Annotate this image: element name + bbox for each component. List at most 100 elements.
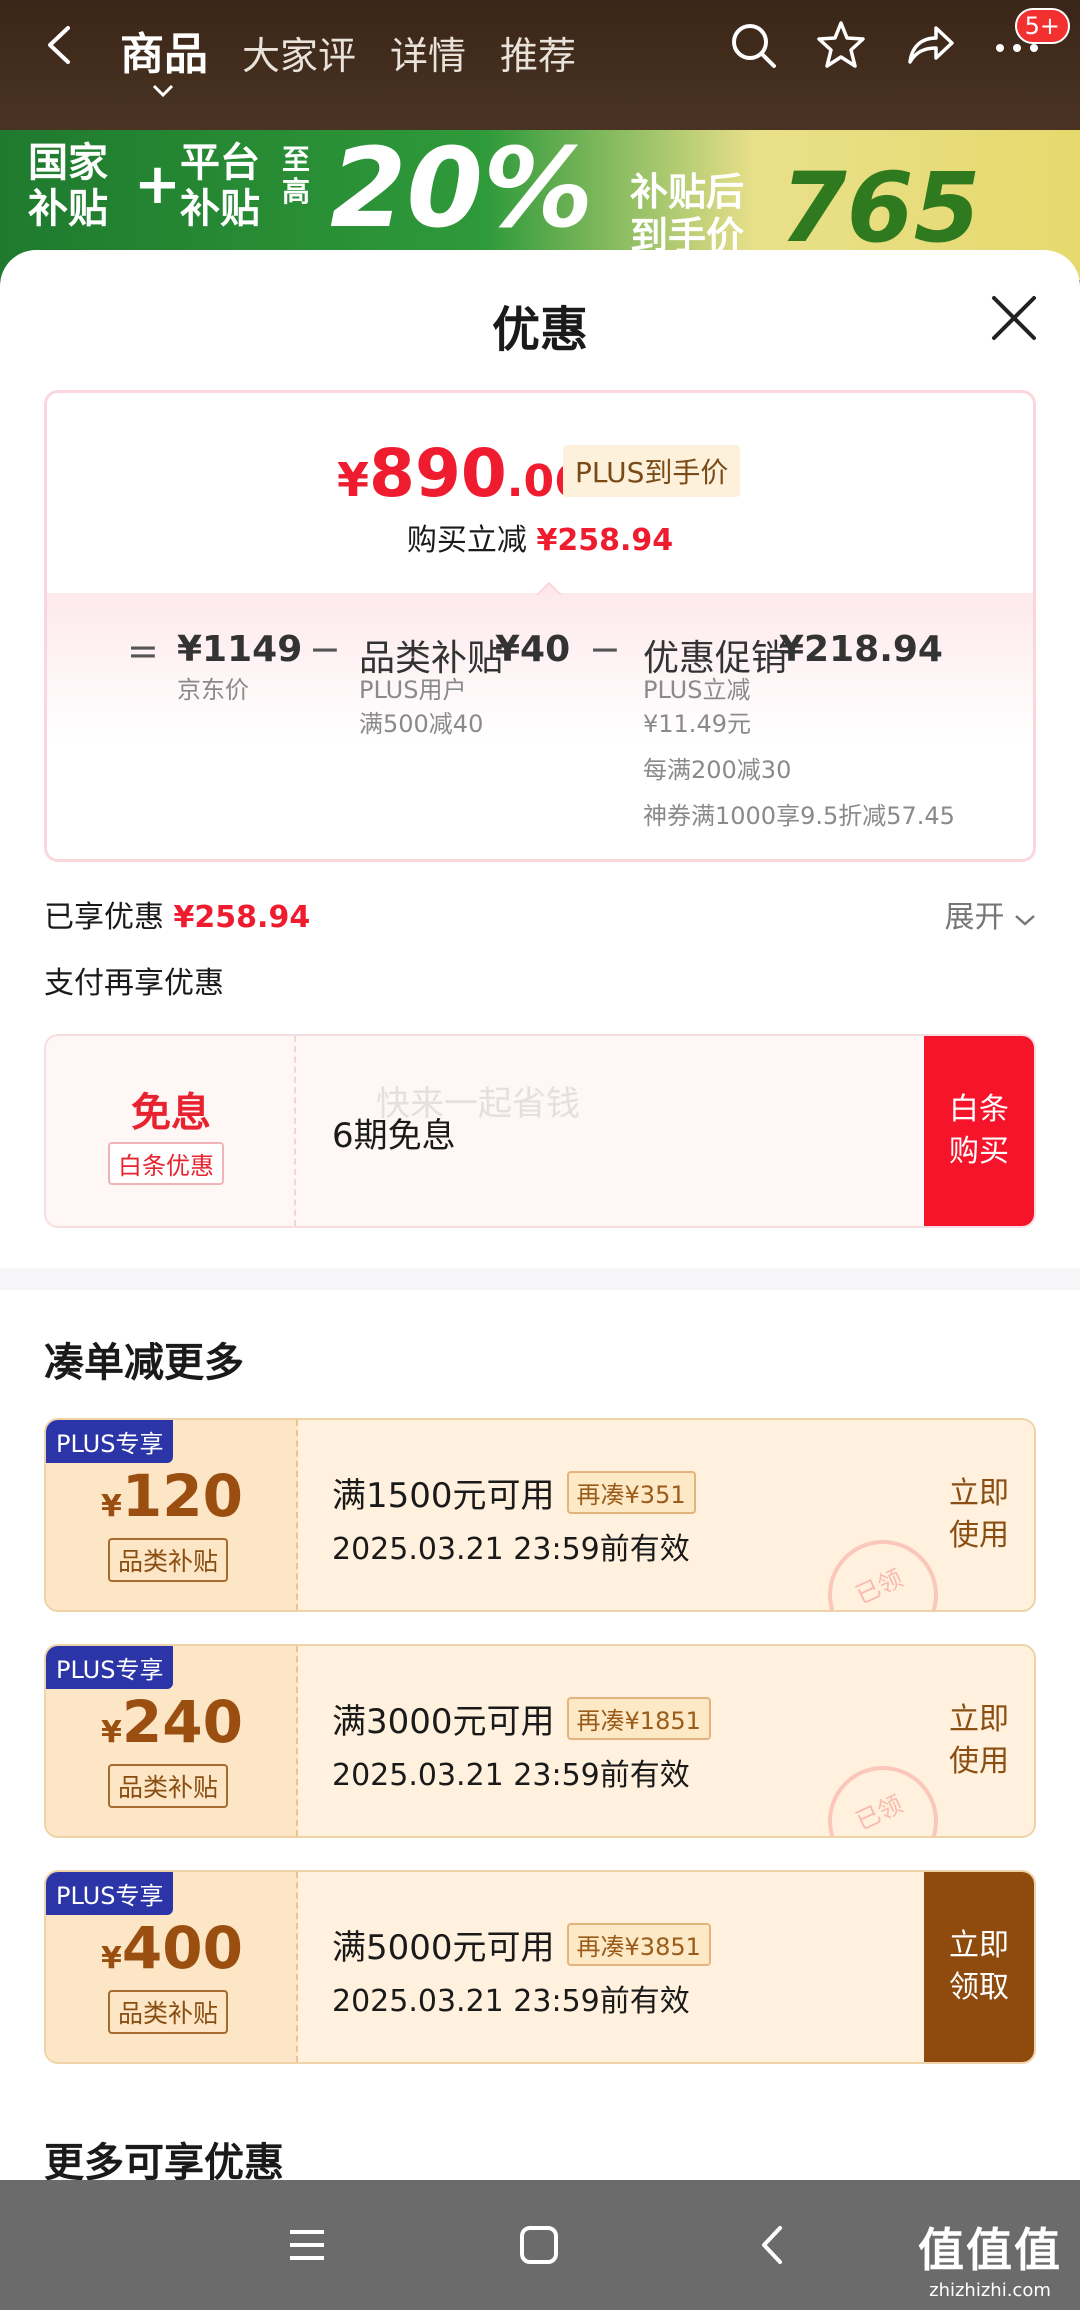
tab-product[interactable]: 商品 <box>120 18 208 82</box>
banner-platform-subsidy: 平台 补贴 <box>180 140 260 232</box>
coupon-amount: ¥120 <box>46 1462 298 1530</box>
tab-details[interactable]: 详情 <box>390 25 466 80</box>
jd-price-label: 京东价 <box>177 676 249 704</box>
final-price: ¥890.06 <box>337 435 585 512</box>
coupon-expiry: 2025.03.21 23:59前有效 <box>332 1532 690 1567</box>
coupon-condition: 满3000元可用 再凑¥1851 <box>332 1694 711 1743</box>
coupon-type-tag: 品类补贴 <box>108 1990 229 2034</box>
product-tabs: 商品 大家评 详情 推荐 <box>120 18 576 82</box>
instant-discount-label: 购买立减 <box>406 523 527 558</box>
category-subsidy-sub2: 满500减40 <box>359 710 484 738</box>
baitiao-title: 免息 <box>131 1090 211 1136</box>
banner-plus-sign: + <box>134 152 181 217</box>
search-icon[interactable] <box>726 18 780 72</box>
sheet-title: 优惠 <box>491 302 588 358</box>
coupon-left: PLUS专享 ¥120 品类补贴 <box>46 1420 298 1610</box>
coupon-type-tag: 品类补贴 <box>108 1764 229 1808</box>
coupon-amount-value: 400 <box>121 1914 243 1982</box>
coupon-yen: ¥ <box>101 1715 122 1750</box>
recent-apps-icon[interactable] <box>282 2220 332 2270</box>
claim-coupon-label: 立即 领取 <box>949 1928 1009 2005</box>
banner-after-subsidy: 补贴后 到手价 <box>630 170 745 258</box>
coupon-card: PLUS专享 ¥120 品类补贴 满1500元可用 再凑¥351 2025.03… <box>44 1418 1036 1612</box>
system-nav-bar: 值值值 zhizhizhi.com <box>0 2180 1080 2310</box>
active-tab-indicator <box>152 84 174 98</box>
price-breakdown-card: ¥890.06 PLUS到手价 购买立减 ¥258.94 = ¥1149 京东价… <box>44 390 1036 862</box>
promo-sub2: ¥11.49元 <box>643 710 751 738</box>
chevron-down-icon <box>1015 915 1035 926</box>
use-coupon-label: 立即 使用 <box>949 1702 1009 1779</box>
formula-equals: = <box>127 629 159 673</box>
enjoyed-discount: 已享优惠 ¥258.94 <box>44 892 310 936</box>
use-coupon-button[interactable]: 立即 使用 <box>924 1420 1034 1610</box>
use-coupon-button[interactable]: 立即 使用 <box>924 1646 1034 1836</box>
section-title-combine: 凑单减更多 <box>44 1340 244 1386</box>
section-divider <box>0 1268 1080 1290</box>
discount-sheet: 优惠 ¥890.06 PLUS到手价 购买立减 ¥258.94 = ¥1149 … <box>0 250 1080 2180</box>
instant-discount-line: 购买立减 ¥258.94 <box>47 515 1033 559</box>
coupon-more-needed: 再凑¥3851 <box>566 1923 711 1966</box>
coupon-condition-text: 满3000元可用 <box>332 1702 555 1742</box>
promo-sub3: 每满200减30 <box>643 756 792 784</box>
coupon-amount: ¥240 <box>46 1688 298 1756</box>
coupon-expiry: 2025.03.21 23:59前有效 <box>332 1758 690 1793</box>
back-icon[interactable] <box>38 22 84 68</box>
plus-price-tag: PLUS到手价 <box>563 445 741 497</box>
formula-minus-2: − <box>589 627 621 671</box>
share-icon[interactable] <box>902 18 956 72</box>
category-subsidy-sub1: PLUS用户 <box>359 676 467 704</box>
coupon-condition: 满1500元可用 再凑¥351 <box>332 1468 696 1517</box>
pointer-arrow-icon <box>537 581 561 595</box>
coupon-condition-text: 满1500元可用 <box>332 1476 555 1516</box>
formula-minus-1: − <box>309 627 341 671</box>
coupon-card: PLUS专享 ¥240 品类补贴 满3000元可用 再凑¥1851 2025.0… <box>44 1644 1036 1838</box>
coupon-amount-value: 120 <box>121 1462 243 1530</box>
promo-value: ¥218.94 <box>779 629 943 670</box>
close-icon[interactable] <box>988 292 1040 344</box>
watermark-domain: zhizhizhi.com <box>929 2280 1051 2301</box>
coupon-left: PLUS专享 ¥400 品类补贴 <box>46 1872 298 2062</box>
enjoyed-discount-label: 已享优惠 <box>44 900 164 935</box>
baitiao-buy-button[interactable]: 白条 购买 <box>924 1036 1034 1226</box>
coupon-more-needed: 再凑¥1851 <box>566 1697 711 1740</box>
home-icon[interactable] <box>514 2220 564 2270</box>
more-menu[interactable]: 5+ <box>990 8 1070 72</box>
baitiao-installment-text: 6期免息 <box>332 1116 456 1156</box>
category-subsidy-value: ¥40 <box>495 629 571 670</box>
nav-actions: 5+ <box>726 8 1070 72</box>
promo-sub4: 神券满1000享9.5折减57.45 <box>643 802 955 830</box>
expand-button[interactable]: 展开 <box>944 892 1036 936</box>
banner-national-subsidy: 国家 补贴 <box>28 140 108 232</box>
notification-badge: 5+ <box>1014 8 1070 44</box>
coupon-left: PLUS专享 ¥240 品类补贴 <box>46 1646 298 1836</box>
coupon-card: PLUS专享 ¥400 品类补贴 满5000元可用 再凑¥3851 2025.0… <box>44 1870 1036 2064</box>
final-price-integer: 890 <box>369 435 507 512</box>
favorite-star-icon[interactable] <box>814 18 868 72</box>
baitiao-buy-label: 白条 购买 <box>949 1092 1009 1169</box>
system-back-icon[interactable] <box>748 2220 798 2270</box>
instant-discount-value: ¥258.94 <box>536 523 674 558</box>
coupon-type-tag: 品类补贴 <box>108 1538 229 1582</box>
baitiao-left: 免息 白条优惠 <box>46 1036 296 1226</box>
claim-coupon-button[interactable]: 立即 领取 <box>924 1872 1034 2062</box>
banner-price: 765 <box>780 152 981 264</box>
site-watermark: 值值值 zhizhizhi.com <box>918 2214 1062 2301</box>
baitiao-offer-card: 免息 白条优惠 快来一起省钱 6期免息 白条 购买 <box>44 1034 1036 1228</box>
baitiao-tag: 白条优惠 <box>108 1142 224 1185</box>
tab-reviews[interactable]: 大家评 <box>242 25 356 80</box>
plus-exclusive-badge: PLUS专享 <box>46 1420 174 1463</box>
coupon-amount-value: 240 <box>121 1688 243 1756</box>
plus-exclusive-badge: PLUS专享 <box>46 1872 174 1915</box>
coupon-yen: ¥ <box>101 1941 122 1976</box>
banner-percent: 20% <box>330 130 594 252</box>
tab-recommend[interactable]: 推荐 <box>500 25 576 80</box>
plus-exclusive-badge: PLUS专享 <box>46 1646 174 1689</box>
coupon-amount: ¥400 <box>46 1914 298 1982</box>
coupon-more-needed: 再凑¥351 <box>566 1471 696 1514</box>
coupon-expiry: 2025.03.21 23:59前有效 <box>332 1984 690 2019</box>
coupon-yen: ¥ <box>101 1489 122 1524</box>
expand-label: 展开 <box>944 900 1005 935</box>
enjoyed-discount-value: ¥258.94 <box>173 900 311 935</box>
top-nav-bar: 商品 大家评 详情 推荐 5+ <box>0 0 1080 130</box>
watermark-logo: 值值值 <box>918 2223 1062 2277</box>
